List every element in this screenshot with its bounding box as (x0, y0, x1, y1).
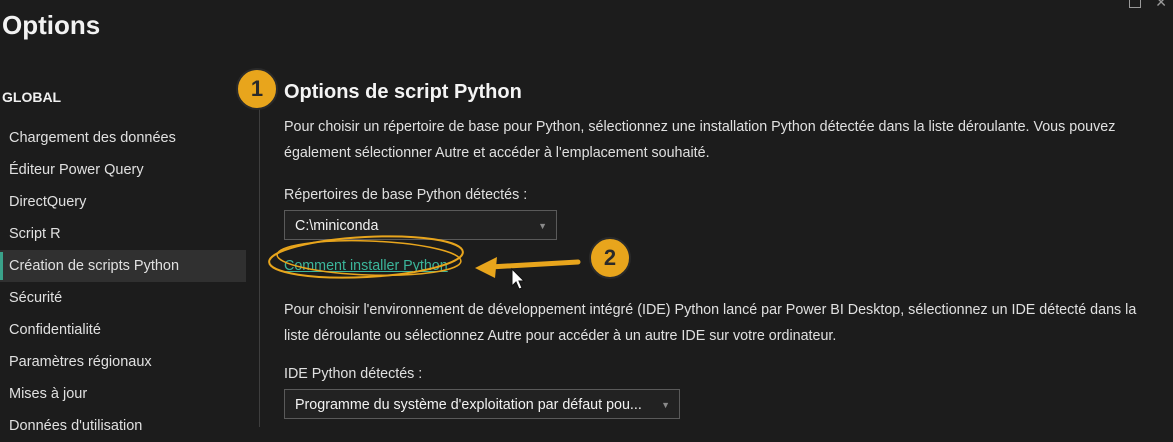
window-controls: ✕ (1129, 0, 1167, 11)
sidebar-item-securite[interactable]: Sécurité (0, 282, 246, 314)
sidebar-item-scripts-python[interactable]: Création de scripts Python (0, 250, 246, 282)
sidebar-item-editeur-power-query[interactable]: Éditeur Power Query (0, 154, 246, 186)
section-title: Options de script Python (284, 81, 522, 103)
panel-divider (259, 72, 260, 427)
page-title: Options (2, 10, 101, 40)
maximize-icon[interactable] (1129, 0, 1142, 8)
home-dir-description: Pour choisir un répertoire de base pour … (284, 119, 1116, 161)
sidebar-item-directquery[interactable]: DirectQuery (0, 186, 246, 218)
sidebar-item-mises-a-jour[interactable]: Mises à jour (0, 378, 246, 410)
chevron-down-icon: ▼ (538, 221, 547, 231)
python-home-dir-select[interactable]: C:\miniconda ▼ (284, 210, 557, 240)
close-icon[interactable]: ✕ (1155, 0, 1167, 11)
sidebar-item-donnees-utilisation[interactable]: Données d'utilisation (0, 410, 246, 442)
python-home-dir-value: C:\miniconda (295, 218, 379, 234)
sidebar-heading: GLOBAL (2, 89, 62, 105)
step-badge-2: 2 (589, 237, 631, 279)
sidebar-item-chargement-donnees[interactable]: Chargement des données (0, 122, 246, 154)
python-ide-value: Programme du système d'exploitation par … (295, 397, 642, 413)
ide-label: IDE Python détectés : (284, 366, 423, 382)
sidebar-item-script-r[interactable]: Script R (0, 218, 246, 250)
sidebar-item-confidentialite[interactable]: Confidentialité (0, 314, 246, 346)
home-dirs-label: Répertoires de base Python détectés : (284, 187, 528, 203)
sidebar-nav: Chargement des données Éditeur Power Que… (0, 122, 246, 442)
main-content: Options de script Python Pour choisir un… (284, 76, 1164, 419)
sidebar: GLOBAL Chargement des données Éditeur Po… (0, 86, 246, 442)
step-badge-1: 1 (236, 68, 278, 110)
ide-description: Pour choisir l'environnement de développ… (284, 302, 1137, 344)
python-ide-select[interactable]: Programme du système d'exploitation par … (284, 389, 680, 419)
install-python-link[interactable]: Comment installer Python (284, 257, 448, 275)
sidebar-item-parametres-regionaux[interactable]: Paramètres régionaux (0, 346, 246, 378)
chevron-down-icon: ▼ (661, 400, 670, 410)
